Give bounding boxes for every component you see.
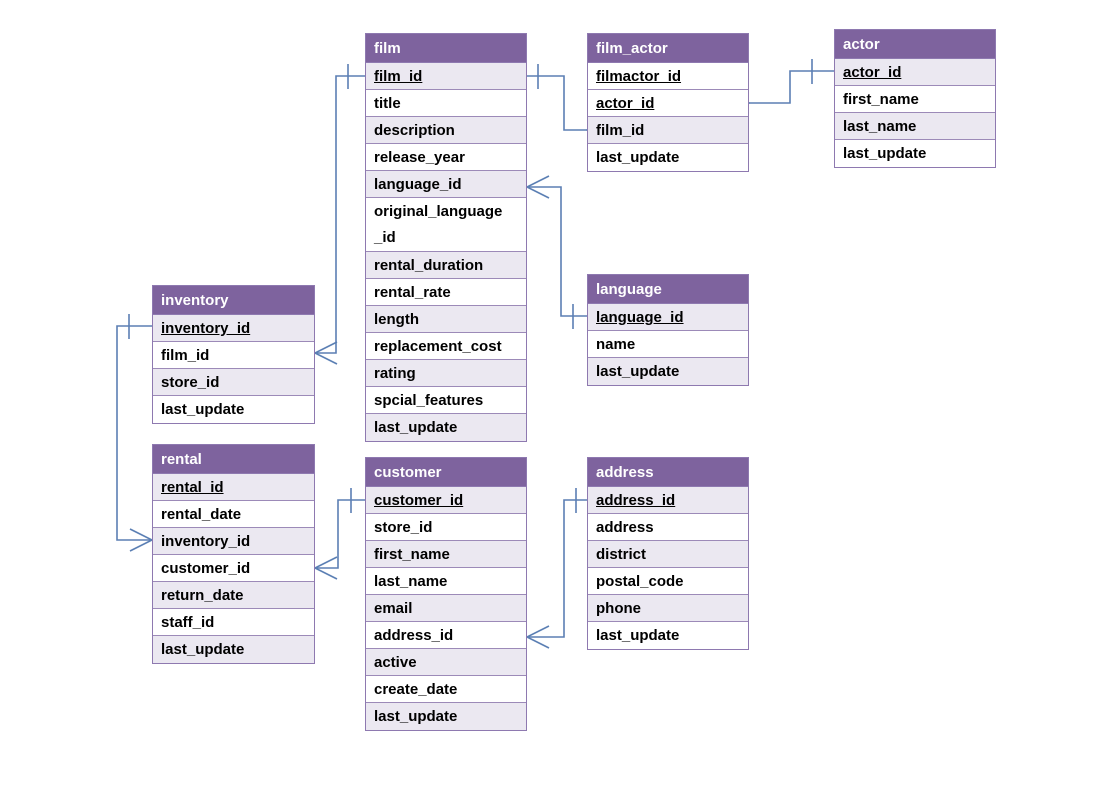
attr-film-spcial_features[interactable]: spcial_features [366,387,526,414]
attr-address-phone[interactable]: phone [588,595,748,622]
entity-address[interactable]: address address_id address district post… [587,457,749,650]
attr-rental-last_update[interactable]: last_update [153,636,314,663]
attr-film-release_year[interactable]: release_year [366,144,526,171]
attr-film-replacement_cost[interactable]: replacement_cost [366,333,526,360]
attr-address-district[interactable]: district [588,541,748,568]
entity-customer-title: customer [366,458,526,487]
attr-rental-customer_id[interactable]: customer_id [153,555,314,582]
entity-language-title: language [588,275,748,304]
attr-actor-actor_id[interactable]: actor_id [835,59,995,86]
attr-rental-staff_id[interactable]: staff_id [153,609,314,636]
entity-customer[interactable]: customer customer_id store_id first_name… [365,457,527,731]
relationship-inventory-rental [116,314,154,552]
attr-inventory-last_update[interactable]: last_update [153,396,314,423]
attr-customer-last_name[interactable]: last_name [366,568,526,595]
attr-customer-address_id[interactable]: address_id [366,622,526,649]
entity-inventory[interactable]: inventory inventory_id film_id store_id … [152,285,315,424]
attr-address-postal_code[interactable]: postal_code [588,568,748,595]
attr-language-name[interactable]: name [588,331,748,358]
attr-actor-first_name[interactable]: first_name [835,86,995,113]
relationship-film-inventory [313,64,365,365]
attr-film-rental_duration[interactable]: rental_duration [366,252,526,279]
attr-customer-active[interactable]: active [366,649,526,676]
attr-customer-first_name[interactable]: first_name [366,541,526,568]
entity-inventory-title: inventory [153,286,314,315]
entity-film_actor-title: film_actor [588,34,748,63]
attr-film-film_id[interactable]: film_id [366,63,526,90]
attr-film_actor-actor_id[interactable]: actor_id [588,90,748,117]
attr-film-last_update[interactable]: last_update [366,414,526,441]
attr-address-last_update[interactable]: last_update [588,622,748,649]
attr-address-address_id[interactable]: address_id [588,487,748,514]
attr-customer-last_update[interactable]: last_update [366,703,526,730]
attr-rental-rental_id[interactable]: rental_id [153,474,314,501]
attr-rental-inventory_id[interactable]: inventory_id [153,528,314,555]
attr-customer-create_date[interactable]: create_date [366,676,526,703]
entity-rental[interactable]: rental rental_id rental_date inventory_i… [152,444,315,664]
attr-rental-rental_date[interactable]: rental_date [153,501,314,528]
attr-film-rental_rate[interactable]: rental_rate [366,279,526,306]
attr-address-address[interactable]: address [588,514,748,541]
entity-film[interactable]: film film_id title description release_y… [365,33,527,442]
attr-film-title[interactable]: title [366,90,526,117]
entity-actor-title: actor [835,30,995,59]
entity-film-title: film [366,34,526,63]
attr-inventory-film_id[interactable]: film_id [153,342,314,369]
attr-film-language_id[interactable]: language_id [366,171,526,198]
attr-language-last_update[interactable]: last_update [588,358,748,385]
entity-address-title: address [588,458,748,487]
attr-film_actor-filmactor_id[interactable]: filmactor_id [588,63,748,90]
entity-language[interactable]: language language_id name last_update [587,274,749,386]
attr-actor-last_name[interactable]: last_name [835,113,995,140]
attr-rental-return_date[interactable]: return_date [153,582,314,609]
attr-film-description[interactable]: description [366,117,526,144]
attr-film-rating[interactable]: rating [366,360,526,387]
attr-language-language_id[interactable]: language_id [588,304,748,331]
er-diagram-canvas: film film_id title description release_y… [0,0,1108,794]
attr-actor-last_update[interactable]: last_update [835,140,995,167]
relationship-customer-rental [313,488,365,580]
relationship-film-language [525,175,587,329]
attr-inventory-inventory_id[interactable]: inventory_id [153,315,314,342]
attr-film-original_language_id[interactable]: original_language _id [366,198,526,252]
attr-customer-customer_id[interactable]: customer_id [366,487,526,514]
attr-customer-store_id[interactable]: store_id [366,514,526,541]
attr-inventory-store_id[interactable]: store_id [153,369,314,396]
attr-film_actor-film_id[interactable]: film_id [588,117,748,144]
entity-film_actor[interactable]: film_actor filmactor_id actor_id film_id… [587,33,749,172]
attr-film_actor-last_update[interactable]: last_update [588,144,748,171]
attr-film-length[interactable]: length [366,306,526,333]
attr-customer-email[interactable]: email [366,595,526,622]
relationship-customer-address [525,488,587,649]
entity-actor[interactable]: actor actor_id first_name last_name last… [834,29,996,168]
entity-rental-title: rental [153,445,314,474]
